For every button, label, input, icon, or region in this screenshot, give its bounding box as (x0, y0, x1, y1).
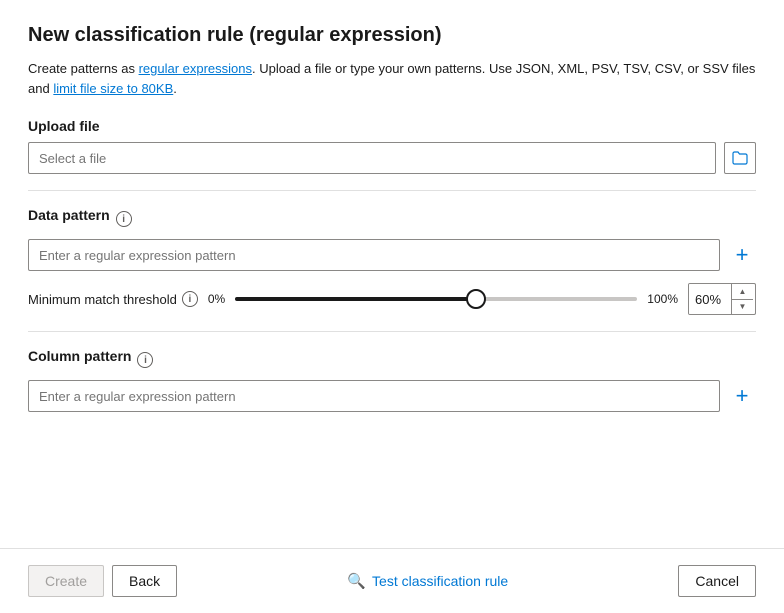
column-pattern-header: Column pattern i (28, 348, 756, 372)
data-pattern-label: Data pattern (28, 207, 110, 223)
file-input[interactable] (28, 142, 716, 174)
browse-button[interactable] (724, 142, 756, 174)
footer-right: Cancel (678, 565, 756, 597)
regex-link[interactable]: regular expressions (139, 61, 252, 76)
footer-center: 🔍 Test classification rule (177, 572, 678, 590)
column-pattern-row: + (28, 380, 756, 412)
data-pattern-info-icon[interactable]: i (116, 211, 132, 227)
test-icon: 🔍 (347, 572, 366, 590)
data-pattern-add-button[interactable]: + (728, 241, 756, 269)
divider-1 (28, 190, 756, 191)
create-button[interactable]: Create (28, 565, 104, 597)
threshold-label: Minimum match threshold i (28, 291, 198, 307)
cancel-button[interactable]: Cancel (678, 565, 756, 597)
upload-row (28, 142, 756, 174)
column-pattern-input[interactable] (28, 380, 720, 412)
column-pattern-info-icon[interactable]: i (137, 352, 153, 368)
threshold-number-container: ▲ ▼ (688, 283, 756, 315)
threshold-info-icon[interactable]: i (182, 291, 198, 307)
threshold-spinners: ▲ ▼ (731, 284, 753, 314)
data-pattern-header: Data pattern i (28, 207, 756, 231)
threshold-number-input[interactable] (689, 284, 731, 314)
threshold-min-label: 0% (208, 292, 225, 306)
data-pattern-input[interactable] (28, 239, 720, 271)
file-size-link[interactable]: limit file size to 80KB (53, 81, 173, 96)
threshold-increment-button[interactable]: ▲ (732, 284, 753, 299)
column-pattern-add-button[interactable]: + (728, 382, 756, 410)
threshold-row: Minimum match threshold i 0% 100% ▲ ▼ (28, 283, 756, 315)
footer: Create Back 🔍 Test classification rule C… (0, 548, 784, 613)
footer-left: Create Back (28, 565, 177, 597)
threshold-slider-container (235, 289, 637, 309)
upload-label: Upload file (28, 118, 756, 134)
divider-2 (28, 331, 756, 332)
column-pattern-label: Column pattern (28, 348, 131, 364)
column-pattern-section: Column pattern i + (28, 348, 756, 412)
data-pattern-section: Data pattern i + Minimum match threshold… (28, 207, 756, 315)
page-description: Create patterns as regular expressions. … (28, 59, 756, 98)
upload-section: Upload file (28, 118, 756, 174)
page-title: New classification rule (regular express… (28, 24, 756, 47)
back-button[interactable]: Back (112, 565, 177, 597)
threshold-max-label: 100% (647, 292, 678, 306)
test-classification-button[interactable]: 🔍 Test classification rule (347, 572, 508, 590)
threshold-decrement-button[interactable]: ▼ (732, 299, 753, 315)
data-pattern-row: + (28, 239, 756, 271)
